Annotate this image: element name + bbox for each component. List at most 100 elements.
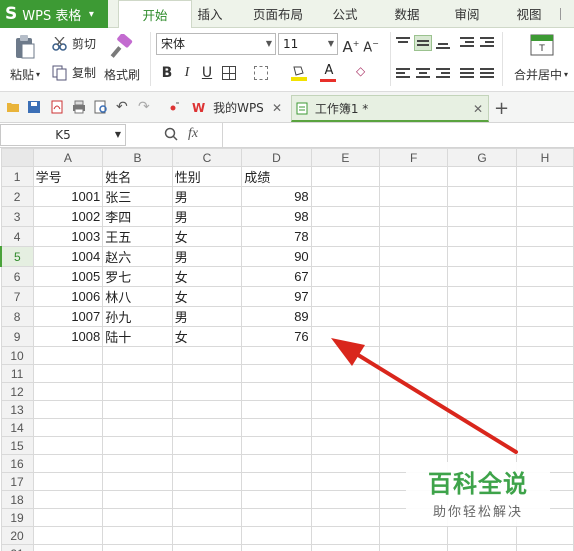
cell[interactable] xyxy=(310,166,381,187)
increase-indent-icon[interactable] xyxy=(478,35,496,51)
cell[interactable] xyxy=(447,286,517,307)
cell[interactable] xyxy=(447,186,517,207)
cell[interactable] xyxy=(447,206,517,227)
cell[interactable] xyxy=(310,286,381,307)
cell[interactable] xyxy=(171,544,243,551)
row-header[interactable]: 11 xyxy=(0,364,34,383)
cell[interactable] xyxy=(241,382,312,401)
cell[interactable]: 学号 xyxy=(32,166,104,187)
row-header[interactable]: 1 xyxy=(0,166,34,187)
cell[interactable]: 张三 xyxy=(102,186,173,207)
tab-view[interactable]: 视图 xyxy=(511,0,547,28)
new-tab-button[interactable]: + xyxy=(494,95,514,122)
cell[interactable] xyxy=(171,508,243,527)
cell[interactable] xyxy=(515,436,574,455)
cell[interactable] xyxy=(171,454,243,473)
cell[interactable] xyxy=(515,326,574,347)
select-all-corner[interactable] xyxy=(0,148,34,167)
cell[interactable] xyxy=(379,246,449,267)
cell[interactable] xyxy=(310,246,381,267)
column-header-f[interactable]: F xyxy=(379,148,449,167)
cell[interactable] xyxy=(447,266,517,287)
cell[interactable] xyxy=(32,454,104,473)
cell[interactable] xyxy=(102,400,173,419)
cell[interactable]: 98 xyxy=(241,206,312,227)
cell[interactable] xyxy=(310,226,381,247)
format-painter-button[interactable]: 格式刷 xyxy=(104,66,140,83)
cell[interactable] xyxy=(241,454,312,473)
cell[interactable]: 1001 xyxy=(32,186,104,207)
cell[interactable] xyxy=(379,286,449,307)
cell[interactable] xyxy=(447,400,517,419)
cell[interactable] xyxy=(32,418,104,437)
row-header[interactable]: 13 xyxy=(0,400,34,419)
cell[interactable] xyxy=(102,544,173,551)
cell[interactable] xyxy=(310,326,381,347)
justify-icon[interactable] xyxy=(458,66,476,82)
cell[interactable] xyxy=(310,436,381,455)
cell[interactable] xyxy=(32,490,104,509)
paste-icon[interactable] xyxy=(14,34,36,60)
row-header[interactable]: 14 xyxy=(0,418,34,437)
cell[interactable] xyxy=(447,382,517,401)
cut-button[interactable]: 剪切 xyxy=(52,35,96,52)
cell[interactable] xyxy=(515,400,574,419)
cell[interactable] xyxy=(447,418,517,437)
cell[interactable]: 1003 xyxy=(32,226,104,247)
paste-button[interactable]: 粘贴 ▾ xyxy=(10,66,40,83)
cell[interactable] xyxy=(447,326,517,347)
align-bottom-icon[interactable] xyxy=(434,35,452,51)
tab-formulas[interactable]: 公式 xyxy=(327,0,363,28)
cell[interactable]: 陆十 xyxy=(102,326,173,347)
underline-button[interactable]: U xyxy=(198,64,216,82)
borders-icon[interactable] xyxy=(222,66,236,80)
cell[interactable]: 女 xyxy=(171,226,243,247)
decrease-indent-icon[interactable] xyxy=(458,35,476,51)
cell[interactable]: 女 xyxy=(171,266,243,287)
row-header[interactable]: 7 xyxy=(0,286,34,307)
align-center-icon[interactable] xyxy=(414,66,432,82)
cell[interactable] xyxy=(171,400,243,419)
cell[interactable] xyxy=(102,526,173,545)
cell[interactable] xyxy=(379,418,449,437)
font-name-select[interactable]: 宋体 ▼ xyxy=(156,33,276,55)
cell[interactable] xyxy=(447,166,517,187)
cell[interactable] xyxy=(241,400,312,419)
cell[interactable] xyxy=(447,526,517,545)
cell[interactable] xyxy=(310,266,381,287)
cell[interactable] xyxy=(102,490,173,509)
insert-function-button[interactable]: fx xyxy=(188,126,198,142)
row-header[interactable]: 15 xyxy=(0,436,34,455)
cell[interactable] xyxy=(32,508,104,527)
cell[interactable]: 1008 xyxy=(32,326,104,347)
cell[interactable] xyxy=(515,544,574,551)
italic-button[interactable]: I xyxy=(178,64,196,82)
cell[interactable] xyxy=(447,306,517,327)
cell[interactable] xyxy=(171,490,243,509)
cell[interactable] xyxy=(102,364,173,383)
increase-font-icon[interactable]: A+ xyxy=(342,35,360,56)
row-header[interactable]: 18 xyxy=(0,490,34,509)
cell[interactable] xyxy=(379,364,449,383)
cell[interactable] xyxy=(447,364,517,383)
row-header[interactable]: 6 xyxy=(0,266,34,287)
cell[interactable] xyxy=(515,346,574,365)
cell[interactable] xyxy=(32,400,104,419)
merge-center-icon[interactable]: T xyxy=(530,33,554,57)
cell[interactable] xyxy=(379,400,449,419)
close-icon[interactable]: ✕ xyxy=(473,96,483,123)
cell[interactable]: 女 xyxy=(171,326,243,347)
row-header[interactable]: 12 xyxy=(0,382,34,401)
print-preview-icon[interactable] xyxy=(94,100,108,114)
cell[interactable] xyxy=(102,436,173,455)
cell[interactable] xyxy=(32,472,104,491)
row-header[interactable]: 19 xyxy=(0,508,34,527)
cell[interactable] xyxy=(102,418,173,437)
row-header[interactable]: 16 xyxy=(0,454,34,473)
app-menu-button[interactable]: S WPS 表格 ▾ xyxy=(0,0,108,28)
fill-color-icon[interactable] xyxy=(290,64,308,82)
cell[interactable] xyxy=(515,364,574,383)
cell[interactable] xyxy=(171,418,243,437)
cell[interactable] xyxy=(379,226,449,247)
cell[interactable]: 林八 xyxy=(102,286,173,307)
